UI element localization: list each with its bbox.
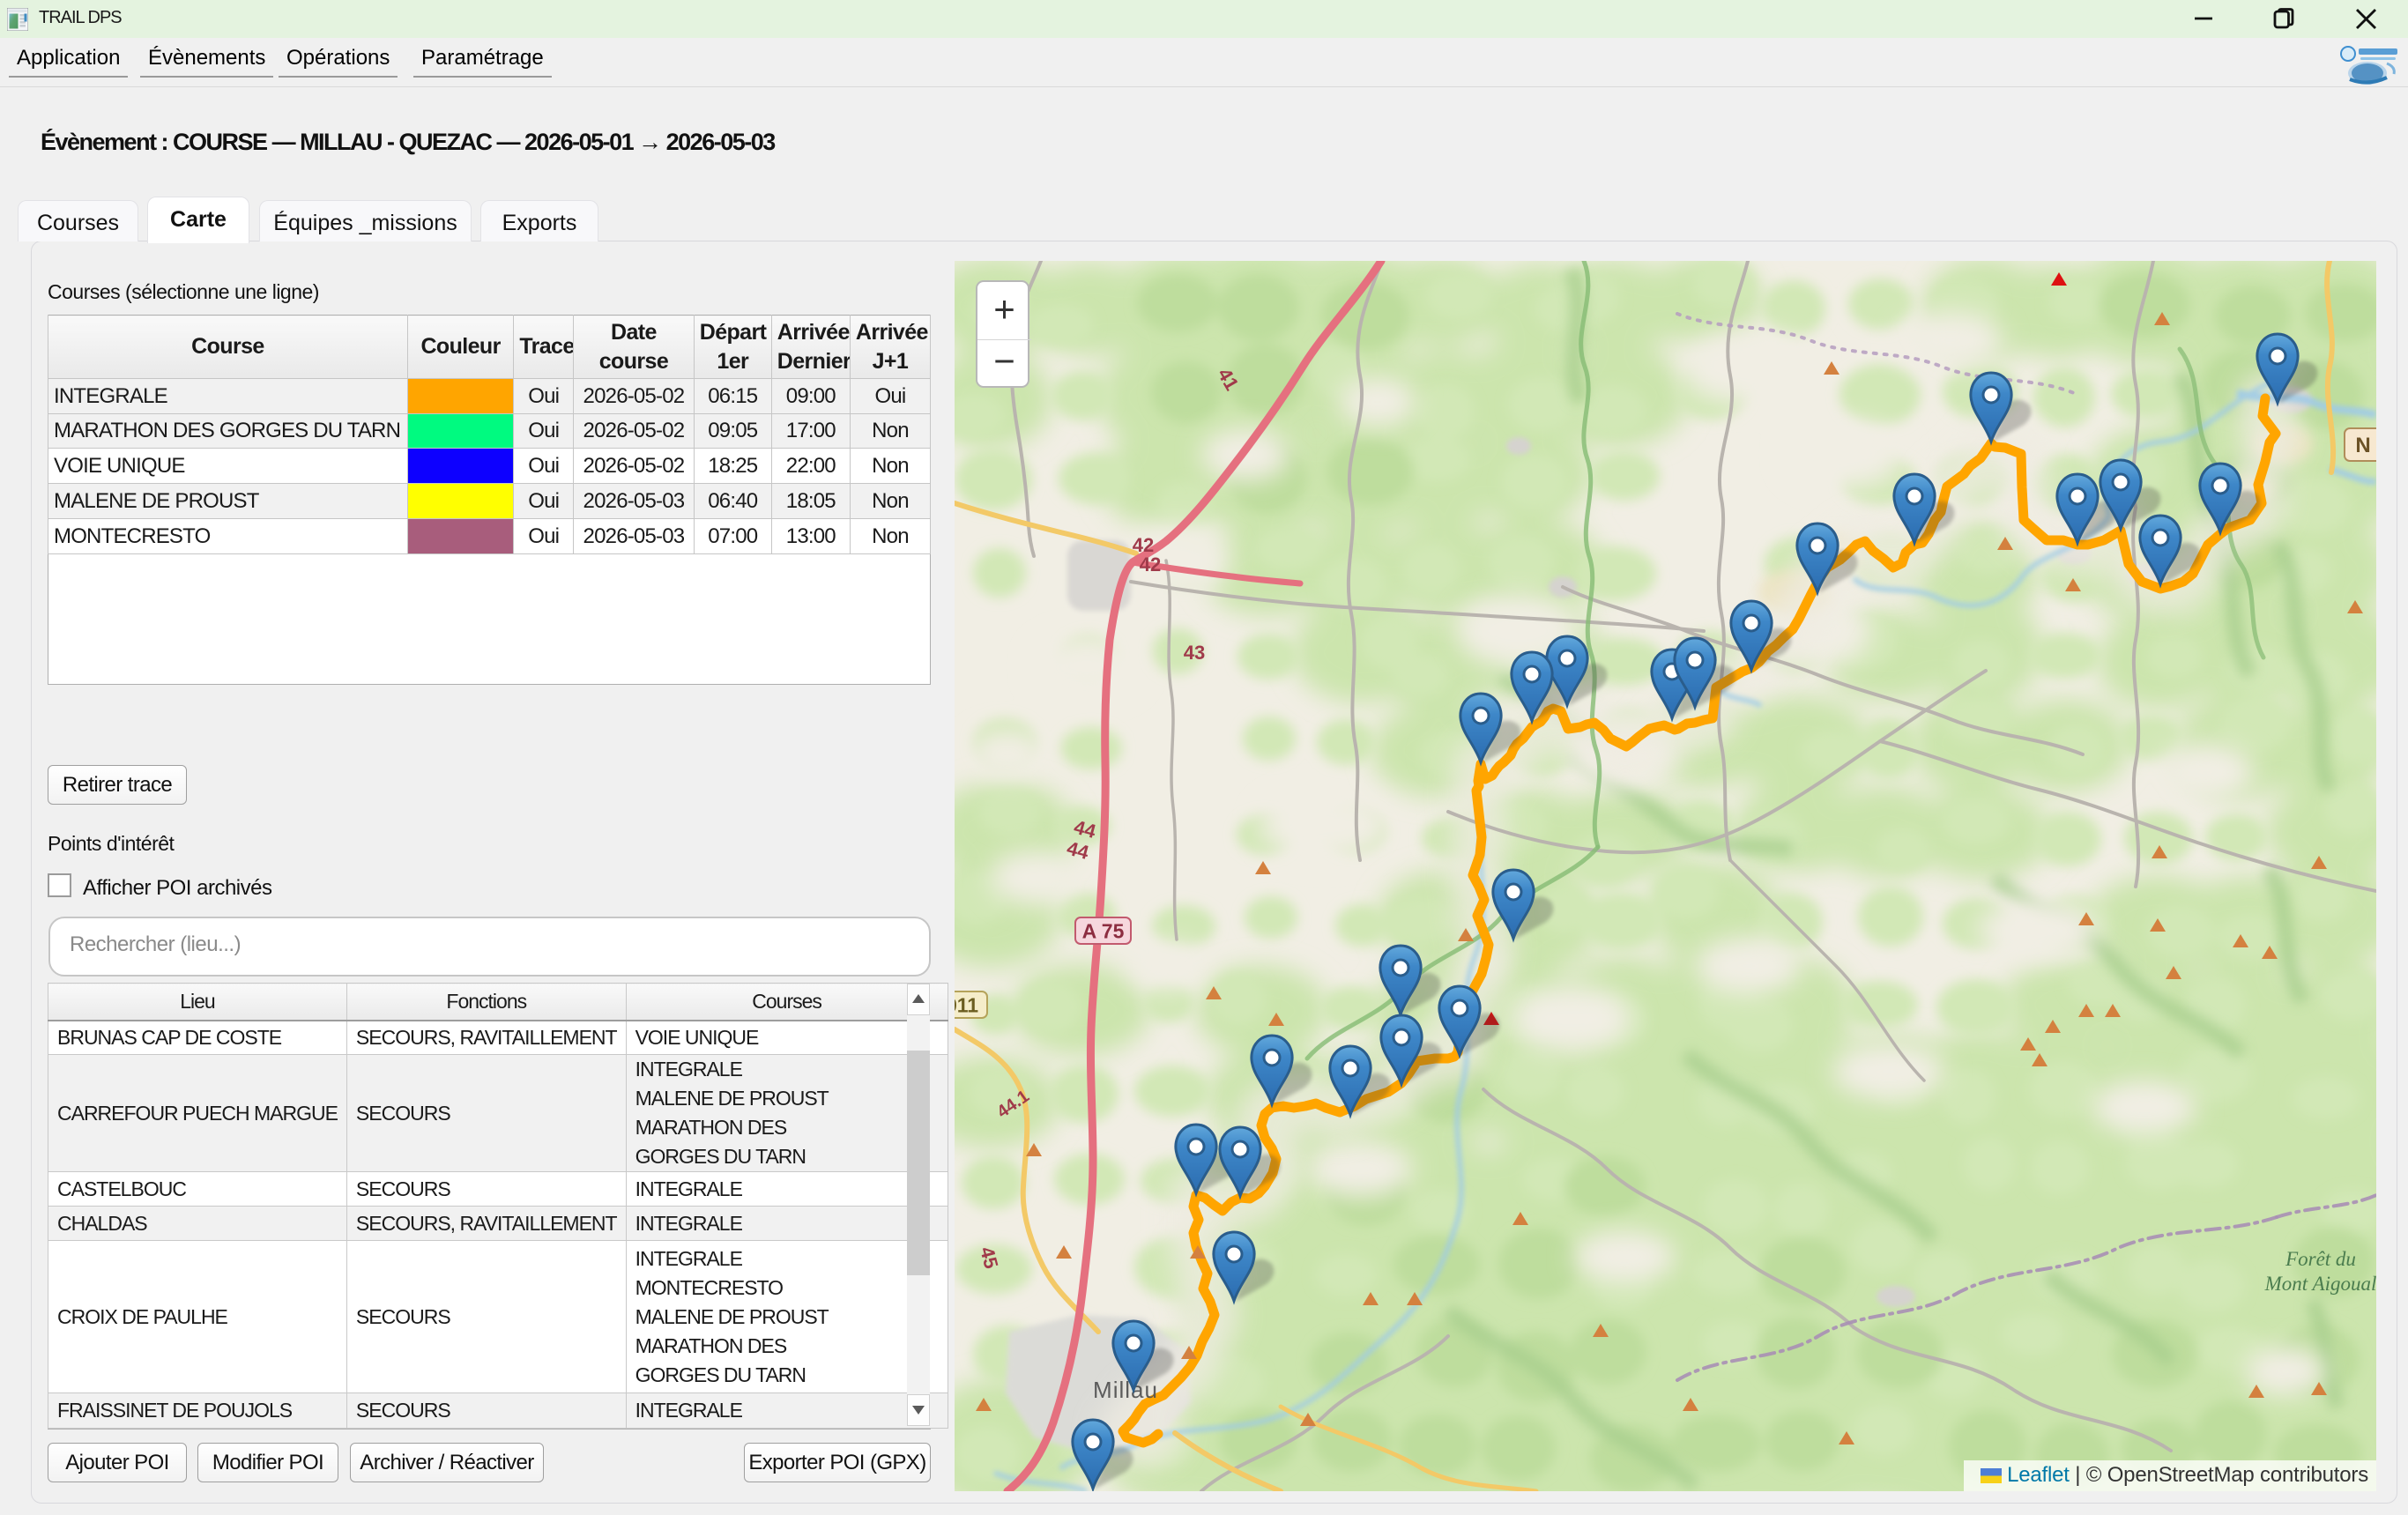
- svg-text:911: 911: [955, 993, 978, 1016]
- svg-text:Mont Aigoual: Mont Aigoual: [2264, 1273, 2376, 1295]
- svg-text:Forêt du: Forêt du: [2285, 1248, 2356, 1270]
- svg-text:A 75: A 75: [1082, 919, 1125, 942]
- svg-text:43: 43: [1184, 642, 1205, 664]
- svg-text:42: 42: [1140, 553, 1161, 576]
- svg-text:N 1: N 1: [2355, 434, 2376, 457]
